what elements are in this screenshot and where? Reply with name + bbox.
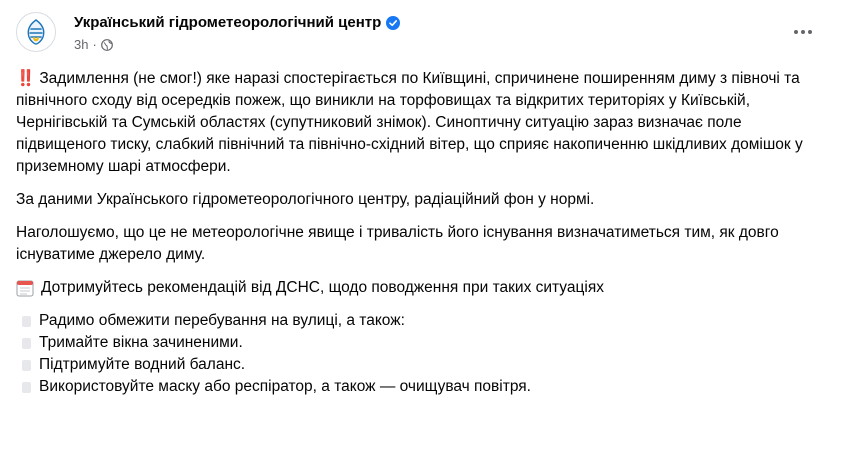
avatar-logo — [27, 19, 45, 45]
list-item: Використовуйте маску або респіратор, а т… — [16, 376, 828, 398]
double-exclamation-icon: ‼️ — [16, 70, 35, 87]
paragraph-smoke: ‼️ Задимлення (не смог!) яке наразі спост… — [16, 68, 828, 178]
post-header: Український гідрометеорологічний центр 3… — [16, 8, 832, 60]
meta-separator: · — [92, 37, 97, 52]
list-item: Радимо обмежити перебування на вулиці, а… — [16, 310, 828, 332]
paragraph-radiation: За даними Українського гідрометеорологіч… — [16, 191, 595, 208]
list-item-text: Радимо обмежити перебування на вулиці, а… — [39, 312, 405, 329]
list-item: Підтримуйте водний баланс. — [16, 354, 828, 376]
verified-badge-icon — [386, 15, 401, 30]
more-options-button[interactable] — [788, 20, 818, 44]
post-body: ‼️ Задимлення (не смог!) яке наразі спост… — [16, 68, 828, 398]
globe-icon[interactable] — [100, 38, 113, 51]
list-item-text: Використовуйте маску або респіратор, а т… — [39, 378, 531, 395]
bullet-icon — [22, 381, 31, 393]
list-item-text: Підтримуйте водний баланс. — [39, 356, 246, 373]
list-item: Тримайте вікна зачиненими. — [16, 332, 828, 354]
page-avatar[interactable] — [16, 12, 56, 52]
list-item-text: Тримайте вікна зачиненими. — [39, 334, 243, 351]
calendar-icon — [16, 279, 34, 297]
post-meta: 3h · — [74, 37, 113, 52]
paragraph-emphasis: Наголошуємо, що це не метеорологічне яви… — [16, 224, 779, 263]
bullet-icon — [22, 359, 31, 371]
paragraph-smoke-text: Задимлення (не смог!) яке наразі спостер… — [16, 70, 803, 175]
bullet-icon — [22, 315, 31, 327]
recommendations-text: Дотримуйтесь рекомендацій від ДСНС, щодо… — [41, 279, 604, 296]
page-name[interactable]: Український гідрометеорологічний центр — [74, 14, 401, 31]
recommendations-heading: Дотримуйтесь рекомендацій від ДСНС, щодо… — [16, 277, 828, 299]
post-timestamp[interactable]: 3h — [74, 37, 88, 52]
bullet-icon — [22, 337, 31, 349]
page-name-text[interactable]: Український гідрометеорологічний центр — [74, 14, 381, 31]
more-options-icon — [794, 30, 812, 34]
